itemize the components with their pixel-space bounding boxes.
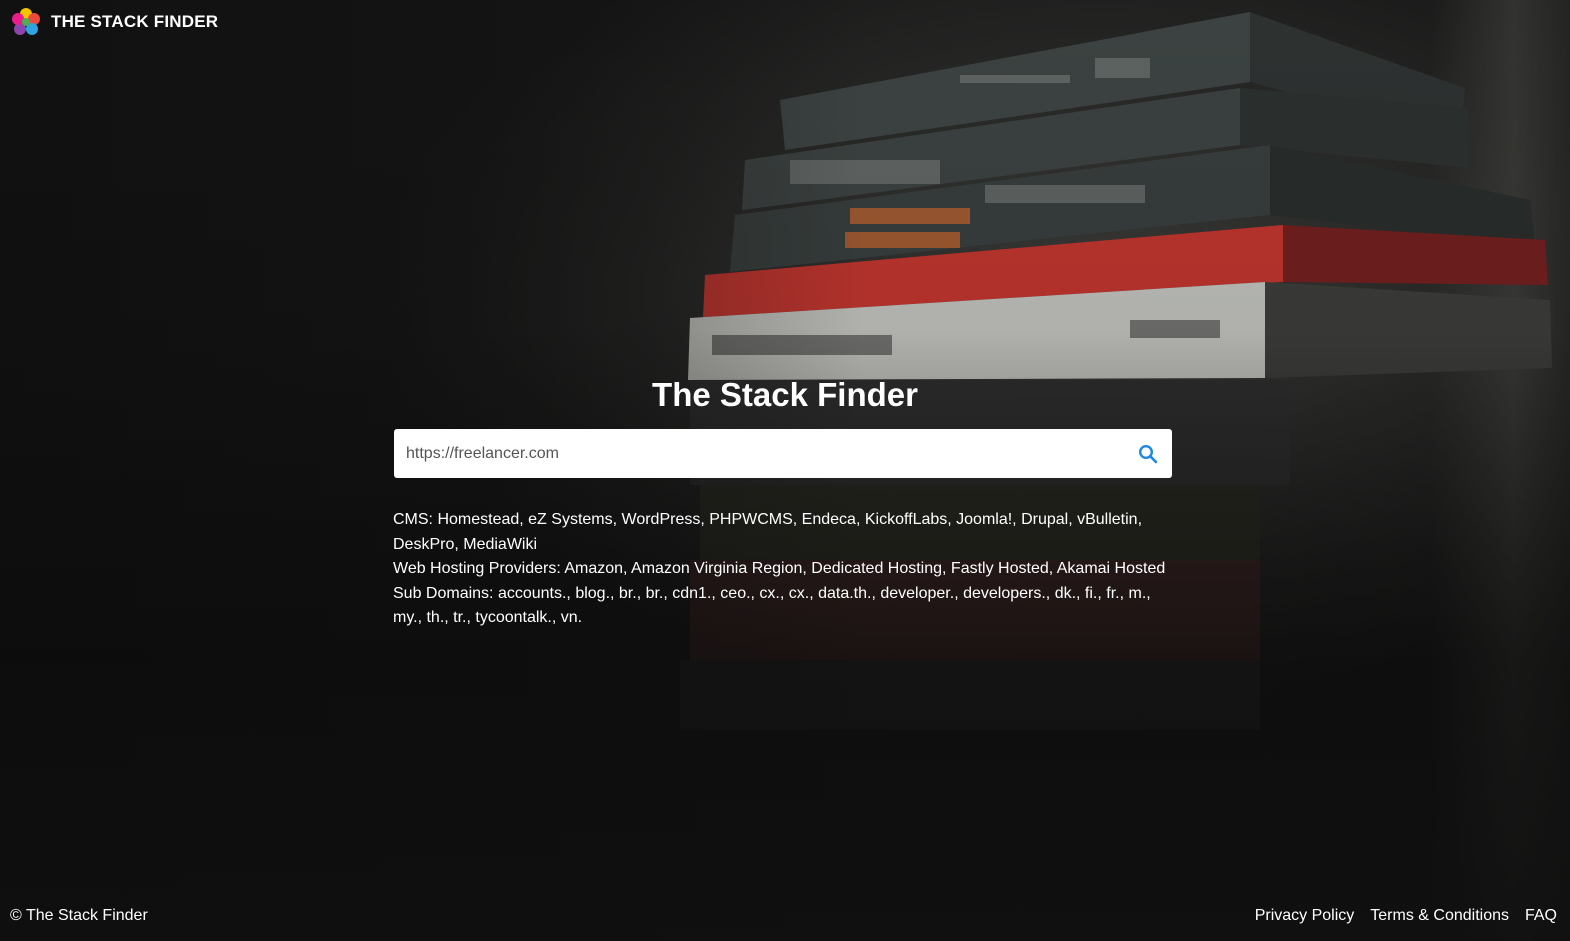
- brand[interactable]: THE STACK FINDER: [10, 6, 218, 38]
- results-list: CMS: Homestead, eZ Systems, WordPress, P…: [393, 508, 1183, 631]
- result-web-hosting: Web Hosting Providers: Amazon, Amazon Vi…: [393, 560, 1166, 577]
- footer-links: Privacy Policy Terms & Conditions FAQ: [1255, 907, 1557, 925]
- page-title: The Stack Finder: [652, 376, 918, 413]
- result-sub-domains: Sub Domains: accounts., blog., br., br.,…: [393, 584, 1151, 627]
- search-icon: [1138, 444, 1158, 463]
- flower-logo-icon: [12, 8, 40, 35]
- faq-link[interactable]: FAQ: [1525, 907, 1557, 925]
- terms-conditions-link[interactable]: Terms & Conditions: [1370, 907, 1509, 925]
- privacy-policy-link[interactable]: Privacy Policy: [1255, 907, 1355, 925]
- search-bar: [394, 429, 1172, 478]
- result-cms: CMS: Homestead, eZ Systems, WordPress, P…: [393, 511, 1143, 553]
- brand-name: THE STACK FINDER: [51, 12, 219, 31]
- copyright: © The Stack Finder: [10, 907, 148, 924]
- url-search-input[interactable]: [394, 429, 1124, 478]
- search-button[interactable]: [1124, 429, 1172, 478]
